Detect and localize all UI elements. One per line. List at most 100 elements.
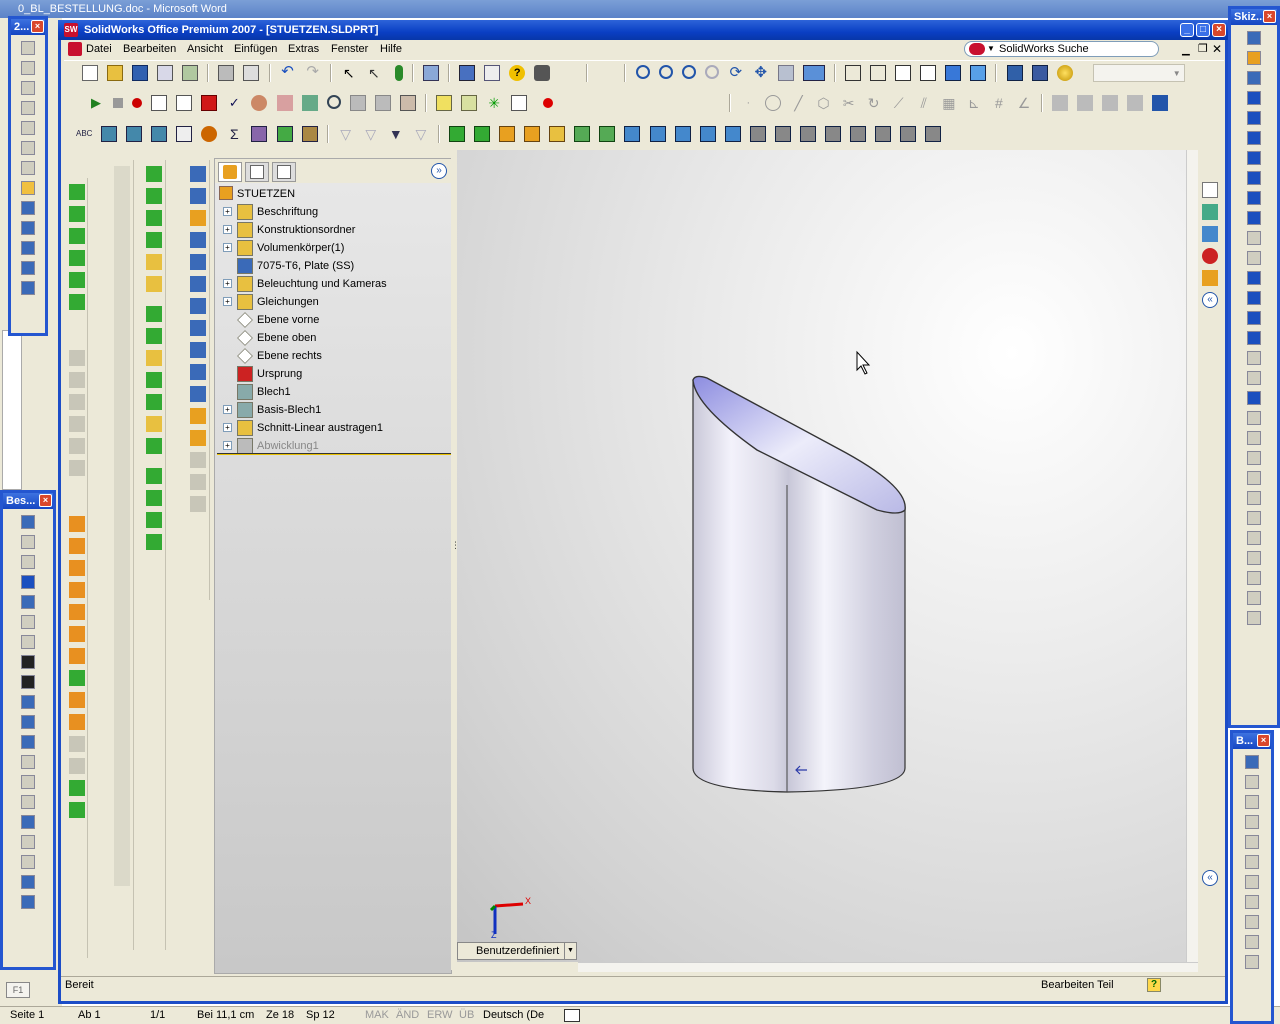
tree-item[interactable]: + Gleichungen [215, 293, 451, 311]
lofted-bend-icon[interactable] [900, 126, 917, 142]
layers-icon[interactable] [1127, 95, 1144, 111]
col4-tool-1-icon[interactable] [189, 166, 206, 182]
doc-restore-button[interactable]: ❐ [1198, 40, 1208, 58]
palette-tool-icon[interactable] [21, 795, 35, 809]
palette-tool-icon[interactable] [1247, 251, 1261, 265]
tab-featuremanager[interactable] [218, 162, 242, 182]
palette-tool-icon[interactable] [1247, 451, 1261, 465]
base-flange-icon[interactable] [474, 126, 491, 142]
perspective-icon[interactable] [1031, 65, 1048, 81]
col4-tool-3-icon[interactable] [189, 210, 206, 226]
standard-views-icon[interactable] [802, 65, 825, 81]
palette-3-title[interactable]: Skiz... × [1231, 9, 1277, 25]
palette-tool-icon[interactable] [21, 735, 35, 749]
col3-tool-9-icon[interactable] [145, 350, 162, 366]
clock-icon[interactable] [326, 95, 341, 109]
expand-icon[interactable]: + [223, 279, 232, 288]
green-tool-2-icon[interactable] [68, 780, 85, 796]
properties-icon[interactable] [484, 65, 501, 81]
col3-tool-6-icon[interactable] [145, 276, 162, 292]
equations-icon[interactable]: Σ [226, 126, 242, 142]
line-icon[interactable]: ╱ [790, 95, 806, 111]
palette-tool-icon[interactable] [21, 715, 35, 729]
palette-2-title[interactable]: Bes... × [3, 493, 53, 509]
make-drawing-icon[interactable] [157, 65, 174, 81]
horizontal-scrollbar[interactable] [578, 962, 1198, 972]
tree-item[interactable]: + Beleuchtung und Kameras [215, 275, 451, 293]
filter4-icon[interactable]: ▽ [413, 126, 429, 142]
rebuild-icon[interactable] [394, 65, 403, 81]
options-icon[interactable] [423, 65, 439, 81]
col3-tool-16-icon[interactable] [145, 512, 162, 528]
insert-bends-icon[interactable] [799, 126, 816, 142]
palette-tool-icon[interactable] [1247, 391, 1261, 405]
palette-tool-icon[interactable] [21, 895, 35, 909]
palette-tool-icon[interactable] [1247, 51, 1261, 65]
expand-icon[interactable]: + [223, 243, 232, 252]
gray-tool-7-icon[interactable] [68, 736, 85, 752]
wireframe-icon[interactable] [845, 65, 862, 81]
camera-icon[interactable] [534, 65, 551, 81]
gray-tool-8-icon[interactable] [68, 758, 85, 774]
col3-tool-2-icon[interactable] [145, 188, 162, 204]
addin-icon[interactable] [251, 95, 268, 111]
palette-3-close-button[interactable]: × [1263, 10, 1276, 23]
orange-tool-6-icon[interactable] [68, 626, 85, 642]
vent-icon[interactable] [875, 126, 892, 142]
palette-4-title[interactable]: B... × [1233, 733, 1271, 749]
palette-tool-icon[interactable] [1247, 231, 1261, 245]
tree-item[interactable]: Ebene vorne [215, 311, 451, 329]
col3-tool-13-icon[interactable] [145, 438, 162, 454]
palette-tool-icon[interactable] [1245, 895, 1259, 909]
palette-tool-icon[interactable] [1245, 815, 1259, 829]
expand-icon[interactable]: + [223, 423, 232, 432]
sheet-metal-icon[interactable] [449, 126, 465, 142]
edit-macro-icon[interactable] [176, 95, 193, 111]
expand-icon[interactable]: + [223, 207, 232, 216]
palette-tool-icon[interactable] [1247, 531, 1261, 545]
minimize-button[interactable]: _ [1180, 23, 1194, 37]
flatten-icon[interactable] [724, 126, 741, 142]
palette-tool-icon[interactable] [1247, 431, 1261, 445]
boundary-icon[interactable] [68, 294, 85, 310]
palette-tool-icon[interactable] [1247, 111, 1261, 125]
palette-tool-icon[interactable] [1245, 955, 1259, 969]
zoom-area-icon[interactable] [658, 65, 673, 79]
toolbox-icon[interactable] [349, 95, 366, 111]
gray-tool-1-icon[interactable] [68, 350, 85, 366]
chart-icon[interactable] [276, 95, 293, 111]
sketch-icon[interactable] [435, 95, 452, 111]
forming-tool-icon[interactable] [850, 126, 866, 142]
check-entity-icon[interactable] [176, 126, 193, 142]
palette-tool-icon[interactable] [1247, 551, 1261, 565]
palette-1-title[interactable]: 2... × [11, 19, 45, 35]
tree-item[interactable]: + Konstruktionsordner [215, 221, 451, 239]
expand-icon[interactable]: + [223, 405, 232, 414]
maximize-button[interactable]: □ [1196, 23, 1210, 37]
convert-entities-icon[interactable]: ↻ [866, 95, 882, 111]
palette-tool-icon[interactable] [21, 121, 35, 135]
feature-stats-icon[interactable] [251, 126, 268, 142]
design-library-icon[interactable] [399, 95, 416, 111]
palette-tool-icon[interactable] [1247, 471, 1261, 485]
palette-tool-icon[interactable] [21, 515, 35, 529]
config-dropdown[interactable]: ▼ [1092, 64, 1185, 82]
palette-tool-icon[interactable] [1245, 875, 1259, 889]
jog-icon[interactable] [574, 126, 591, 142]
filter3-icon[interactable]: ▼ [388, 126, 404, 142]
open-file-icon[interactable] [107, 65, 124, 81]
tree-item[interactable]: Ebene oben [215, 329, 451, 347]
palette-tool-icon[interactable] [21, 675, 35, 689]
col3-tool-12-icon[interactable] [145, 416, 162, 432]
table-icon[interactable] [1102, 95, 1119, 111]
miter-flange-icon[interactable] [524, 126, 541, 142]
hem-icon[interactable] [549, 126, 566, 142]
palette-tool-icon[interactable] [21, 835, 35, 849]
doc-close-button[interactable]: ✕ [1212, 40, 1222, 58]
menu-ansicht[interactable]: Ansicht [187, 40, 223, 58]
palette-tool-icon[interactable] [21, 815, 35, 829]
macro-cancel-icon[interactable] [201, 95, 218, 111]
word-help-box[interactable]: F1 [6, 982, 30, 998]
view-orientation-dropdown[interactable]: Benutzerdefiniert ▼ [457, 942, 577, 960]
mass-properties-icon[interactable] [126, 126, 143, 142]
